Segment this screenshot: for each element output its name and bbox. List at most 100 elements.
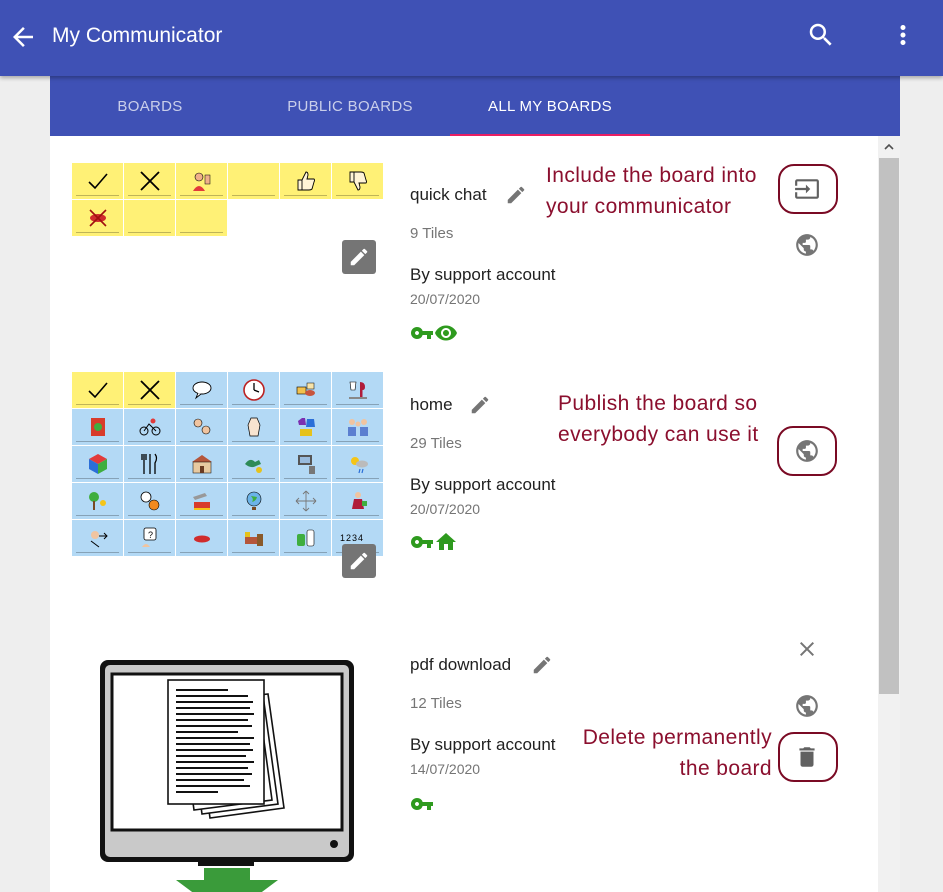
publish-button[interactable]: [793, 437, 821, 465]
annotation-include: Include the board into your communicator: [546, 160, 757, 222]
annotation-include-line2: your communicator: [546, 195, 732, 218]
tile-body: [228, 409, 279, 445]
clothes-icon: [297, 418, 315, 436]
furniture-icon: [244, 532, 263, 546]
arrow-back-icon[interactable]: [8, 22, 38, 52]
mouth-icon: [193, 535, 210, 543]
tile-cutlery: [124, 446, 175, 482]
body-icon: [247, 417, 260, 437]
tile-grid: [72, 163, 383, 236]
board-badges: [410, 321, 458, 345]
food-icon: [296, 382, 315, 396]
tab-boards[interactable]: BOARDS: [50, 76, 250, 136]
check-icon: [87, 382, 108, 399]
tile-shapes: [72, 446, 123, 482]
edit-name-pencil-icon[interactable]: [469, 394, 493, 418]
directions-arrows-icon: [295, 490, 316, 512]
key-icon: [411, 798, 433, 810]
snack-bag-icon: [90, 418, 105, 436]
tile-people: [176, 409, 227, 445]
tile-school: [176, 446, 227, 482]
tile-furniture: [228, 520, 279, 556]
tile-count: 29 Tiles: [410, 435, 462, 452]
tile-sports: [124, 483, 175, 519]
annotation-publish-line1: Publish the board so: [558, 392, 758, 415]
tab-public-boards[interactable]: PUBLIC BOARDS: [250, 76, 450, 136]
app-bar: My Communicator: [0, 0, 943, 76]
balls-icon: [140, 491, 159, 511]
board-card-home[interactable]: ? 1234 home 29 Tiles By support account …: [50, 372, 878, 622]
edit-board-button[interactable]: [342, 544, 376, 578]
boards-panel: BOARDS PUBLIC BOARDS ALL MY BOARDS quick…: [50, 76, 900, 892]
board-thumbnail[interactable]: [98, 658, 358, 892]
tab-bar: BOARDS PUBLIC BOARDS ALL MY BOARDS: [50, 76, 900, 136]
cutlery-icon: [140, 453, 157, 474]
tile-thumbs-down: [332, 163, 383, 199]
tile-count: 9 Tiles: [410, 225, 454, 242]
tile-animals: [228, 446, 279, 482]
tab-indicator: [450, 134, 650, 136]
worker-icon: [351, 492, 367, 509]
remove-board-button[interactable]: [793, 635, 821, 663]
animals-icon: [244, 459, 262, 473]
tile-nature: [72, 483, 123, 519]
tile-no: [124, 372, 175, 408]
edit-board-button[interactable]: [342, 240, 376, 274]
add-to-communicator-button[interactable]: [793, 175, 821, 203]
tile-blank: [176, 200, 227, 236]
weather-icon: [350, 457, 368, 474]
actions-icon: [90, 531, 108, 548]
edit-name-pencil-icon[interactable]: [505, 184, 529, 208]
tile-directions: [280, 483, 331, 519]
tile-yes: [72, 163, 123, 199]
tile-blank: [124, 200, 175, 236]
thumbs-down-icon: [349, 171, 367, 191]
board-name[interactable]: home: [410, 395, 453, 415]
lips-crossed-icon: [88, 209, 107, 227]
annotation-publish-line2: everybody can use it: [558, 423, 759, 446]
globe-icon: [246, 491, 261, 510]
more-vert-icon[interactable]: [888, 20, 918, 50]
search-icon[interactable]: [806, 20, 836, 50]
board-badges: [410, 792, 434, 816]
tile-chat: [176, 372, 227, 408]
key-icon: [411, 327, 433, 339]
transport-icon: [192, 493, 210, 510]
board-name[interactable]: pdf download: [410, 655, 511, 675]
pencil-icon: [350, 248, 368, 266]
edit-name-pencil-icon[interactable]: [531, 654, 555, 678]
board-card-pdf-download[interactable]: pdf download 12 Tiles By support account…: [50, 622, 878, 892]
tile-dont-like: [72, 200, 123, 236]
clock-icon: [242, 379, 265, 401]
key-icon: [411, 536, 433, 548]
board-date: 20/07/2020: [410, 291, 481, 307]
cross-icon: [139, 380, 160, 400]
tile-clothes: [280, 409, 331, 445]
annotation-delete-line1: Delete permanently: [582, 726, 772, 749]
board-name[interactable]: quick chat: [410, 185, 487, 205]
scrollbar[interactable]: [878, 136, 900, 892]
delete-board-button[interactable]: [793, 743, 821, 771]
cross-icon: [139, 171, 160, 191]
publish-button[interactable]: [793, 231, 821, 259]
tab-all-my-boards[interactable]: ALL MY BOARDS: [450, 76, 650, 136]
pdf-download-monitor-icon: [100, 660, 354, 892]
computer-icon: [297, 455, 315, 474]
tile-family: [332, 409, 383, 445]
tile-grid: ? 1234: [72, 372, 383, 556]
publish-button[interactable]: [793, 692, 821, 720]
scrollbar-thumb[interactable]: [879, 158, 899, 694]
annotation-delete: Delete permanently the board: [520, 722, 772, 784]
annotation-publish: Publish the board so everybody can use i…: [558, 388, 759, 450]
eye-icon: [435, 325, 457, 341]
thumbs-up-icon: [297, 171, 315, 191]
delete-icon: [799, 747, 815, 767]
close-icon: [800, 642, 814, 656]
board-badges: [410, 530, 458, 554]
scroll-up-arrow-icon[interactable]: [878, 136, 900, 158]
color-cube-icon: [88, 454, 107, 474]
tile-count: 12 Tiles: [410, 695, 462, 712]
annotation-include-line1: Include the board into: [546, 164, 757, 187]
tile-food: [280, 372, 331, 408]
annotation-delete-line2: the board: [679, 757, 772, 780]
